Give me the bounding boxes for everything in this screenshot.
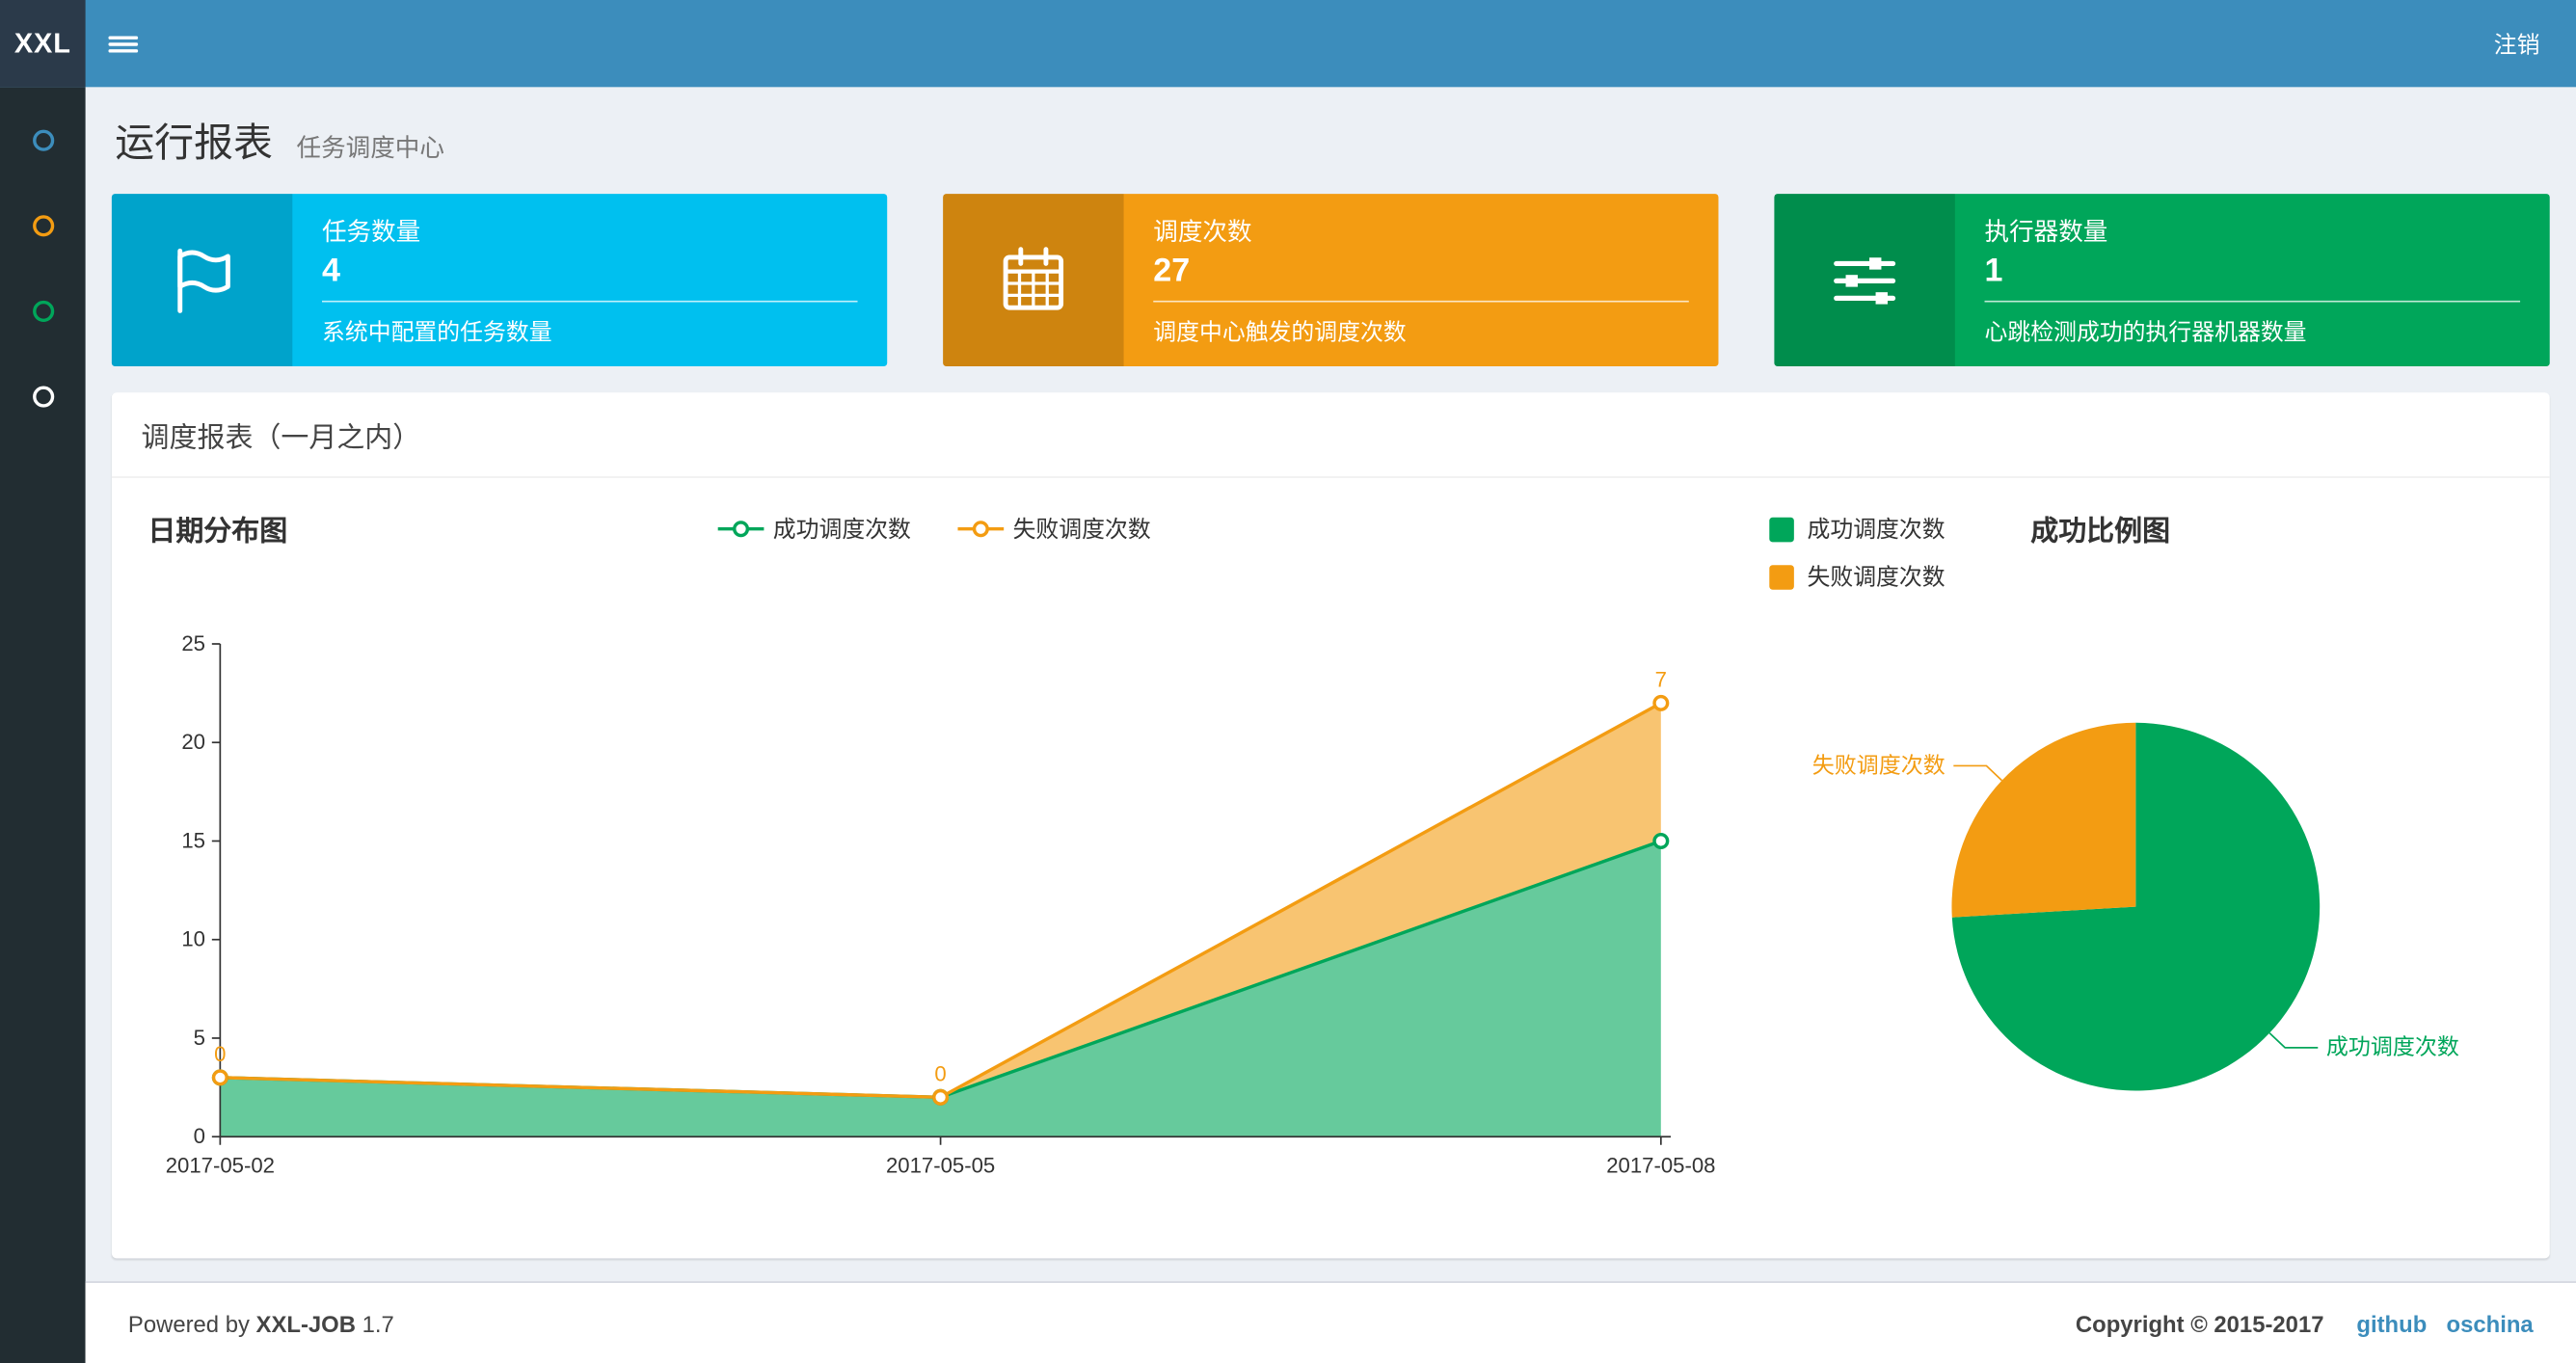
svg-text:7: 7 [1655, 667, 1667, 691]
line-chart-header: 日期分布图 成功调度次数 失败调度次数 [142, 508, 1727, 557]
svg-text:2017-05-08: 2017-05-08 [1606, 1154, 1715, 1178]
info-box-description: 心跳检测成功的执行器机器数量 [1984, 318, 2307, 345]
sidebar [0, 87, 86, 1363]
copyright: Copyright © 2015-2017 github oschina [2076, 1310, 2534, 1336]
info-box-description: 系统中配置的任务数量 [321, 318, 552, 345]
info-box-title: 任务数量 [321, 218, 421, 247]
svg-text:2017-05-05: 2017-05-05 [886, 1154, 995, 1178]
sidebar-item[interactable] [0, 353, 86, 439]
legend-label: 成功调度次数 [1807, 516, 1945, 543]
sliders-icon [1774, 194, 1955, 367]
pie-chart-legend: 成功调度次数 失败调度次数 [1733, 508, 1945, 594]
copyright-label: Copyright © 2015-2017 [2075, 1310, 2324, 1337]
svg-text:25: 25 [181, 631, 205, 655]
info-box-title: 执行器数量 [1984, 218, 2108, 247]
panel-title: 调度报表（一月之内） [111, 392, 2550, 478]
sidebar-item[interactable] [0, 182, 86, 268]
page-header: 运行报表 任务调度中心 [86, 87, 2576, 174]
version-label: 1.7 [362, 1310, 394, 1337]
github-link[interactable]: github [2356, 1310, 2427, 1336]
svg-text:0: 0 [214, 1042, 226, 1066]
date-distribution-chart: 日期分布图 成功调度次数 失败调度次数 0 5 10 15 20 25 2017-05-02 2… [142, 508, 1727, 1222]
svg-text:2017-05-02: 2017-05-02 [166, 1154, 275, 1178]
divider [321, 300, 858, 303]
svg-text:5: 5 [194, 1026, 205, 1050]
info-box-value: 4 [321, 253, 340, 289]
powered-by-label: Powered by [127, 1310, 250, 1337]
legend-label: 失败调度次数 [1807, 563, 1945, 590]
logout-link[interactable]: 注销 [2457, 0, 2576, 87]
info-box-content: 任务数量 4 系统中配置的任务数量 [292, 194, 887, 366]
flag-icon [111, 194, 293, 367]
line-area-chart-svg: 05101520252017-05-02 2017-05-05 2017-05-08… [166, 631, 1716, 1178]
hamburger-icon [108, 32, 139, 55]
info-box-title: 调度次数 [1153, 218, 1252, 247]
success-ratio-chart: 成功调度次数 失败调度次数 成功比例图 成功调度次数 失败调度次数 [1727, 508, 2520, 1222]
sidebar-item[interactable] [0, 268, 86, 354]
oschina-link[interactable]: oschina [2447, 1310, 2534, 1336]
calendar-icon [943, 194, 1124, 367]
pie-chart-title: 成功比例图 [2030, 516, 2171, 548]
svg-text:20: 20 [181, 730, 205, 754]
divider [1984, 300, 2521, 303]
legend-item[interactable]: 失败调度次数 [956, 513, 1151, 546]
powered-by: Powered by XXL-JOB 1.7 [128, 1310, 394, 1336]
info-box-value: 1 [1984, 253, 2003, 289]
navbar: XXL 注销 [0, 0, 2576, 88]
circle-icon [32, 214, 54, 236]
divider [1153, 300, 1689, 303]
page-title: 运行报表 [115, 121, 273, 167]
legend-swatch [1769, 564, 1794, 589]
svg-text:0: 0 [934, 1061, 946, 1085]
info-box-row: 任务数量 4 系统中配置的任务数量 调度次数 27 调度中心触发的调度次数 执行… [111, 194, 2550, 367]
info-box-content: 执行器数量 1 心跳检测成功的执行器机器数量 [1955, 194, 2550, 366]
legend-label: 成功调度次数 [772, 516, 911, 543]
info-box-content: 调度次数 27 调度中心触发的调度次数 [1124, 194, 1719, 366]
info-box-value: 27 [1153, 253, 1191, 289]
xxl-job-dashboard: XXL 注销 运行报表 任务调度中心 任务数量 4 系统中配置的任务数量 调度次… [0, 0, 2576, 1363]
sidebar-toggle-button[interactable] [86, 0, 161, 87]
circle-icon [32, 299, 54, 322]
page-subtitle: 任务调度中心 [296, 134, 444, 163]
pie-chart-svg: 成功调度次数 失败调度次数 [1812, 722, 2459, 1091]
svg-text:0: 0 [194, 1124, 205, 1148]
legend-swatch [1769, 516, 1794, 542]
circle-icon [32, 128, 54, 150]
sidebar-item[interactable] [0, 97, 86, 183]
sidebar-menu [0, 87, 86, 439]
circle-icon [32, 385, 54, 407]
legend-item[interactable]: 失败调度次数 [1769, 560, 1945, 593]
svg-text:成功调度次数: 成功调度次数 [2326, 1034, 2459, 1059]
info-box-jobs: 任务数量 4 系统中配置的任务数量 [111, 194, 888, 367]
info-box-executors: 执行器数量 1 心跳检测成功的执行器机器数量 [1774, 194, 2550, 367]
info-box-description: 调度中心触发的调度次数 [1153, 318, 1407, 345]
app-logo[interactable]: XXL [0, 0, 86, 88]
pie-chart-header: 成功调度次数 失败调度次数 成功比例图 [1733, 508, 2520, 594]
panel-body: 日期分布图 成功调度次数 失败调度次数 0 5 10 15 20 25 2017-05-02 2… [112, 478, 2550, 1258]
info-box-triggers: 调度次数 27 调度中心触发的调度次数 [943, 194, 1719, 367]
brand-label: XXL-JOB [255, 1310, 356, 1337]
svg-text:10: 10 [181, 927, 205, 951]
legend-label: 失败调度次数 [1012, 516, 1151, 543]
footer: Powered by XXL-JOB 1.7 Copyright © 2015-… [85, 1281, 2576, 1363]
legend-item[interactable]: 成功调度次数 [716, 513, 911, 546]
report-panel: 调度报表（一月之内） 日期分布图 成功调度次数 失败调度次数 0 5 10 15 20 25… [111, 392, 2550, 1259]
svg-text:15: 15 [181, 828, 205, 852]
legend-item[interactable]: 成功调度次数 [1769, 513, 1945, 546]
svg-text:失败调度次数: 失败调度次数 [1812, 752, 1945, 777]
content-area: 运行报表 任务调度中心 任务数量 4 系统中配置的任务数量 调度次数 27 调度… [86, 87, 2576, 1259]
line-chart-legend: 成功调度次数 失败调度次数 [142, 513, 1727, 546]
